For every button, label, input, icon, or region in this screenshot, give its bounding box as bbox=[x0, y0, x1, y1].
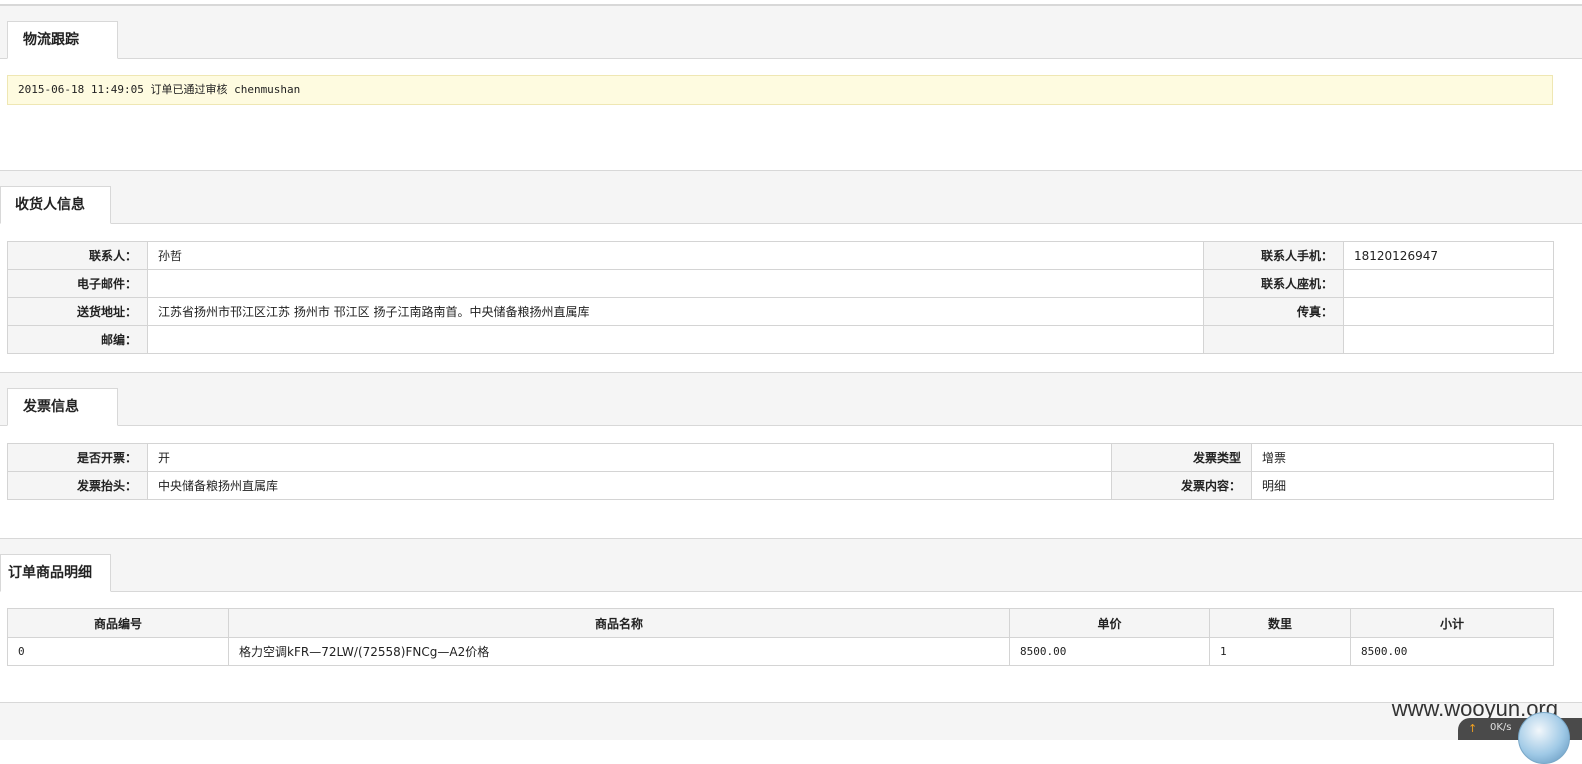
header-code: 商品编号 bbox=[7, 608, 229, 638]
empty-label bbox=[1203, 325, 1344, 354]
zipcode-label: 邮编： bbox=[7, 325, 148, 354]
tab-consignee[interactable]: 收货人信息 bbox=[0, 186, 111, 224]
goods-name: 格力空调kFR—72LW/(72558)FNCg—A2价格 bbox=[228, 637, 1010, 666]
consignee-tabbar: 收货人信息 bbox=[0, 170, 1582, 224]
net-speed-text: 0K/s bbox=[1490, 722, 1512, 733]
zipcode-value bbox=[147, 325, 1204, 354]
goods-price: 8500.00 bbox=[1009, 637, 1210, 666]
header-name: 商品名称 bbox=[228, 608, 1010, 638]
table-row: 电子邮件： 联系人座机： bbox=[7, 269, 1554, 298]
consignee-table: 联系人： 孙哲 联系人手机： 18120126947 电子邮件： 联系人座机： … bbox=[7, 241, 1554, 354]
table-row: 联系人： 孙哲 联系人手机： 18120126947 bbox=[7, 241, 1554, 270]
invoice-content-label: 发票内容： bbox=[1111, 471, 1252, 500]
invoice-title-value: 中央储备粮扬州直属库 bbox=[147, 471, 1112, 500]
invoice-content-value: 明细 bbox=[1251, 471, 1554, 500]
table-row: 0 格力空调kFR—72LW/(72558)FNCg—A2价格 8500.00 … bbox=[7, 637, 1554, 666]
header-price: 单价 bbox=[1009, 608, 1210, 638]
table-header-row: 商品编号 商品名称 单价 数里 小计 bbox=[7, 608, 1554, 638]
tab-logistics[interactable]: 物流跟踪 bbox=[7, 21, 118, 59]
table-row: 送货地址： 江苏省扬州市邗江区江苏 扬州市 邗江区 扬子江南路南首。中央储备粮扬… bbox=[7, 297, 1554, 326]
invoice-type-label: 发票类型 bbox=[1111, 443, 1252, 472]
landline-label: 联系人座机： bbox=[1203, 269, 1344, 298]
landline-value bbox=[1343, 269, 1554, 298]
invoice-table: 是否开票： 开 发票类型 增票 发票抬头： 中央储备粮扬州直属库 发票内容： 明… bbox=[7, 443, 1554, 500]
fax-value bbox=[1343, 297, 1554, 326]
mobile-value: 18120126947 bbox=[1343, 241, 1554, 270]
address-value: 江苏省扬州市邗江区江苏 扬州市 邗江区 扬子江南路南首。中央储备粮扬州直属库 bbox=[147, 297, 1204, 326]
contact-label: 联系人： bbox=[7, 241, 148, 270]
invoice-title-label: 发票抬头： bbox=[7, 471, 148, 500]
goods-table: 商品编号 商品名称 单价 数里 小计 0 格力空调kFR—72LW/(72558… bbox=[7, 608, 1554, 666]
goods-code: 0 bbox=[7, 637, 229, 666]
contact-value: 孙哲 bbox=[147, 241, 1204, 270]
table-row: 发票抬头： 中央储备粮扬州直属库 发票内容： 明细 bbox=[7, 471, 1554, 500]
tab-goods[interactable]: 订单商品明细 bbox=[0, 554, 111, 592]
goods-subtotal: 8500.00 bbox=[1350, 637, 1554, 666]
email-label: 电子邮件： bbox=[7, 269, 148, 298]
accelerator-ball-icon[interactable] bbox=[1518, 712, 1570, 764]
email-value bbox=[147, 269, 1204, 298]
header-qty: 数里 bbox=[1209, 608, 1351, 638]
address-label: 送货地址： bbox=[7, 297, 148, 326]
upload-arrow-icon: ↑ bbox=[1468, 722, 1478, 735]
mobile-label: 联系人手机： bbox=[1203, 241, 1344, 270]
empty-value bbox=[1343, 325, 1554, 354]
invoice-required-label: 是否开票： bbox=[7, 443, 148, 472]
invoice-tabbar: 发票信息 bbox=[0, 372, 1582, 426]
invoice-type-value: 增票 bbox=[1251, 443, 1554, 472]
bottom-band bbox=[0, 703, 1582, 740]
goods-tabbar: 订单商品明细 bbox=[0, 538, 1582, 592]
header-subtotal: 小计 bbox=[1350, 608, 1554, 638]
logistics-tabbar: 物流跟踪 bbox=[0, 5, 1582, 59]
tab-invoice[interactable]: 发票信息 bbox=[7, 388, 118, 426]
goods-qty: 1 bbox=[1209, 637, 1351, 666]
fax-label: 传真： bbox=[1203, 297, 1344, 326]
table-row: 是否开票： 开 发票类型 增票 bbox=[7, 443, 1554, 472]
invoice-required-value: 开 bbox=[147, 443, 1112, 472]
table-row: 邮编： bbox=[7, 325, 1554, 354]
logistics-record: 2015-06-18 11:49:05 订单已通过审核 chenmushan bbox=[7, 75, 1553, 105]
